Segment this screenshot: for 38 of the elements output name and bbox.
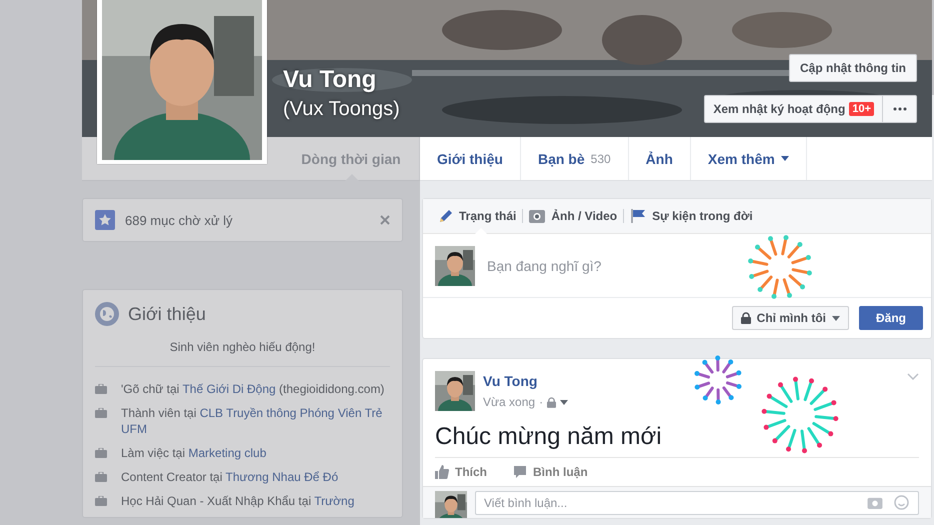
composer-tab[interactable]: Sự kiện trong đời xyxy=(624,199,759,233)
lock-icon xyxy=(740,312,751,324)
lock-icon xyxy=(547,396,556,408)
work-entry: Thành viên tại CLB Truyền thông Phóng Viên Trẻ UFM xyxy=(121,405,384,437)
privacy-button[interactable]: Chỉ mình tôi xyxy=(732,306,849,330)
pencil-icon xyxy=(439,209,453,223)
bio-text: Sinh viên nghèo hiếu động! xyxy=(168,340,316,354)
briefcase-icon xyxy=(95,472,107,482)
briefcase-icon xyxy=(95,408,107,418)
friend-count: 530 xyxy=(590,152,611,166)
emoji-icon[interactable] xyxy=(894,495,909,510)
post-time: Vừa xong xyxy=(483,395,536,409)
section-title: Giới thiệu xyxy=(128,304,206,324)
caret-icon xyxy=(832,316,840,320)
comment-icon xyxy=(513,465,527,479)
composer-tab[interactable]: Trạng thái xyxy=(433,199,522,233)
composer-tab[interactable]: Ảnh / Video xyxy=(523,199,624,233)
separator-dot: · xyxy=(539,395,544,409)
pending-items-text: 689 mục chờ xử lý xyxy=(125,212,234,228)
camera-icon xyxy=(529,209,546,223)
briefcase-icon xyxy=(95,496,107,506)
briefcase-icon xyxy=(95,448,107,458)
comment-field[interactable]: Viết bình luận... xyxy=(475,491,919,515)
flag-icon xyxy=(630,209,646,223)
like-button[interactable]: Thích xyxy=(435,462,487,482)
briefcase-icon xyxy=(95,384,107,394)
chevron-down-icon[interactable] xyxy=(907,373,919,380)
caret-icon[interactable] xyxy=(560,400,568,404)
work-entry: 'Gõ chữ tại Thế Giới Di Động (thegioididong.com) xyxy=(121,381,384,397)
work-entry: Học Hải Quan - Xuất Nhập Khẩu tại Trường xyxy=(121,493,354,509)
thumbs-up-icon xyxy=(435,465,449,479)
work-entry: Content Creator tại Thương Nhau Để Đó xyxy=(121,469,338,485)
author-name[interactable]: Vu Tong xyxy=(483,373,538,389)
comment-button[interactable]: Bình luận xyxy=(513,462,588,482)
close-icon[interactable] xyxy=(380,215,390,225)
post-text: Chúc mừng năm mới xyxy=(435,423,662,451)
work-entry: Làm việc tại Marketing club xyxy=(121,445,266,461)
post-button[interactable]: Đăng xyxy=(859,306,923,330)
